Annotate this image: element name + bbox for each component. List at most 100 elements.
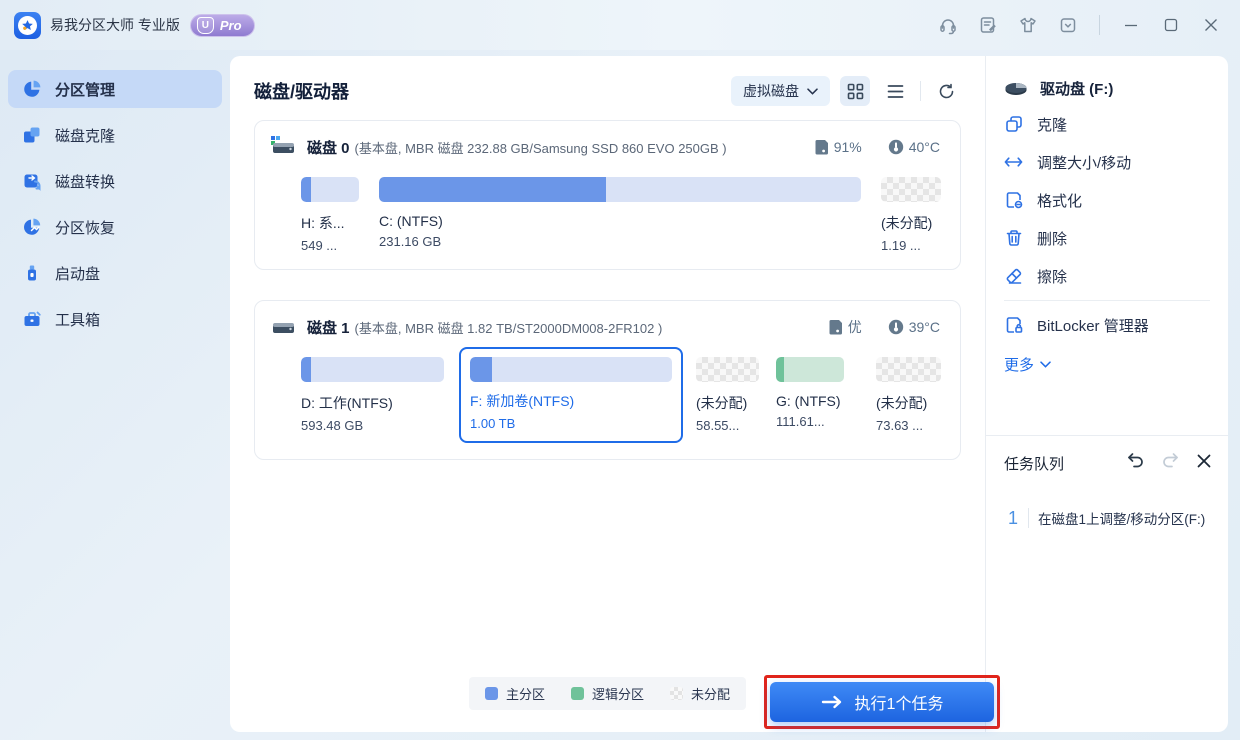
close-queue-icon[interactable] xyxy=(1196,453,1212,474)
sidebar-item-boot-disk[interactable]: 启动盘 xyxy=(8,254,222,292)
more-link[interactable]: 更多 xyxy=(986,344,1228,385)
partition-bar xyxy=(379,177,861,202)
maximize-button[interactable] xyxy=(1158,12,1184,38)
partition-g[interactable]: G: (NTFS) 111.61... xyxy=(776,357,844,429)
support-headset-icon[interactable] xyxy=(935,12,961,38)
sidebar-item-partition-recovery[interactable]: 分区恢复 xyxy=(8,208,222,246)
right-panel: 驱动盘 (F:) 克隆 调整大小/移动 格式化 删除 擦除 BitLocker … xyxy=(986,56,1228,732)
bitlocker-lock-icon xyxy=(1004,316,1023,335)
partition-bar xyxy=(776,357,844,382)
format-icon xyxy=(1004,191,1023,210)
eraser-icon xyxy=(1004,267,1023,286)
close-button[interactable] xyxy=(1198,12,1224,38)
theme-shirt-icon[interactable] xyxy=(1015,12,1041,38)
redo-icon[interactable] xyxy=(1161,452,1180,474)
partition-bar xyxy=(696,357,759,382)
hard-drive-icon xyxy=(271,316,295,340)
selected-drive-header: 驱动盘 (F:) xyxy=(986,56,1228,105)
hard-drive-icon xyxy=(271,136,295,160)
titlebar-divider xyxy=(1099,15,1100,35)
partition-c[interactable]: C: (NTFS) 231.16 GB xyxy=(379,177,861,249)
thermometer-icon xyxy=(888,139,903,155)
main-panel: 磁盘/驱动器 虚拟磁盘 磁盘 0 (基本盘, MBR 磁盘 232.88 GB/… xyxy=(230,56,985,732)
chevron-down-icon xyxy=(807,87,818,95)
content-surface: 磁盘/驱动器 虚拟磁盘 磁盘 0 (基本盘, MBR 磁盘 232.88 GB/… xyxy=(230,56,1228,732)
virtual-disk-dropdown[interactable]: 虚拟磁盘 xyxy=(731,76,830,106)
logical-swatch xyxy=(570,687,584,700)
menu-dropdown-icon[interactable] xyxy=(1055,12,1081,38)
partition-h[interactable]: H: 系... 549 ... xyxy=(301,177,359,253)
feedback-note-icon[interactable] xyxy=(975,12,1001,38)
trash-icon xyxy=(1004,229,1023,248)
disk-usage-badge: 优 xyxy=(829,317,862,337)
clone-icon xyxy=(1004,115,1023,134)
action-format[interactable]: 格式化 xyxy=(986,181,1228,219)
disk-name: 磁盘 0 xyxy=(307,139,350,157)
sidebar-item-label: 分区恢复 xyxy=(55,219,116,237)
action-resize-move[interactable]: 调整大小/移动 xyxy=(986,143,1228,181)
legend-primary: 主分区 xyxy=(484,684,545,703)
app-logo-icon xyxy=(14,11,41,39)
drive-icon xyxy=(1005,82,1027,95)
task-number: 1 xyxy=(1008,508,1030,528)
resize-arrows-icon xyxy=(1004,153,1023,172)
pro-badge: U Pro xyxy=(189,13,255,37)
pro-u-icon: U xyxy=(196,16,214,34)
disk-details: (基本盘, MBR 磁盘 232.88 GB/Samsung SSD 860 E… xyxy=(354,140,727,156)
action-delete[interactable]: 删除 xyxy=(986,219,1228,257)
sidebar: 分区管理 磁盘克隆 磁盘转换 分区恢复 启动盘 工具箱 xyxy=(0,56,230,740)
disk-1-card: 磁盘 1 (基本盘, MBR 磁盘 1.82 TB/ST2000DM008-2F… xyxy=(254,300,961,460)
partition-f-selected[interactable]: F: 新加卷(NTFS) 1.00 TB xyxy=(459,347,683,443)
actions-divider xyxy=(1004,300,1210,301)
chevron-down-icon xyxy=(1040,361,1051,368)
list-view-button[interactable] xyxy=(880,76,910,106)
sidebar-item-label: 工具箱 xyxy=(55,311,101,329)
disk-temp-badge: 40°C xyxy=(888,139,940,155)
arrow-right-icon xyxy=(821,695,841,709)
page-title: 磁盘/驱动器 xyxy=(254,82,350,102)
disk-clone-icon xyxy=(22,125,42,145)
disk-health-icon xyxy=(829,320,842,335)
disk-temp-badge: 39°C xyxy=(888,319,940,335)
partition-legend: 主分区 逻辑分区 未分配 xyxy=(468,677,747,710)
app-title: 易我分区大师 专业版 xyxy=(50,17,180,33)
action-wipe[interactable]: 擦除 xyxy=(986,257,1228,295)
task-description: 在磁盘1上调整/移动分区(F:) xyxy=(1038,512,1206,527)
partition-bar xyxy=(881,177,941,202)
sidebar-item-disk-clone[interactable]: 磁盘克隆 xyxy=(8,116,222,154)
disk-name: 磁盘 1 xyxy=(307,319,350,337)
unallocated-swatch xyxy=(670,687,683,700)
refresh-button[interactable] xyxy=(931,76,961,106)
legend-unallocated: 未分配 xyxy=(670,684,730,703)
primary-swatch xyxy=(484,687,498,700)
execute-tasks-button[interactable]: 执行1个任务 xyxy=(770,682,994,722)
partition-bar xyxy=(301,357,444,382)
sidebar-item-label: 磁盘转换 xyxy=(55,173,116,191)
action-clone[interactable]: 克隆 xyxy=(986,105,1228,143)
usb-drive-icon xyxy=(22,263,42,283)
action-bitlocker[interactable]: BitLocker 管理器 xyxy=(986,306,1228,344)
partition-d[interactable]: D: 工作(NTFS) 593.48 GB xyxy=(301,357,444,433)
sidebar-item-label: 分区管理 xyxy=(55,81,116,99)
partition-recovery-icon xyxy=(22,217,42,237)
disk-health-icon xyxy=(815,140,828,155)
disk-details: (基本盘, MBR 磁盘 1.82 TB/ST2000DM008-2FR102 … xyxy=(354,320,663,336)
partition-unallocated[interactable]: (未分配) 1.19 ... xyxy=(881,177,941,253)
undo-icon[interactable] xyxy=(1126,452,1145,474)
partition-unallocated[interactable]: (未分配) 58.55... xyxy=(696,357,759,433)
sidebar-item-label: 磁盘克隆 xyxy=(55,127,116,145)
partition-unallocated[interactable]: (未分配) 73.63 ... xyxy=(876,357,941,433)
sidebar-item-partition-management[interactable]: 分区管理 xyxy=(8,70,222,108)
sidebar-item-toolbox[interactable]: 工具箱 xyxy=(8,300,222,338)
sidebar-item-disk-convert[interactable]: 磁盘转换 xyxy=(8,162,222,200)
sidebar-item-label: 启动盘 xyxy=(55,265,101,283)
grid-view-button[interactable] xyxy=(840,76,870,106)
thermometer-icon xyxy=(888,319,903,335)
app-window: 易我分区大师 专业版 U Pro 分区管理 磁盘克隆 磁盘转换 分区恢复 启动盘… xyxy=(0,0,1240,740)
partition-bar xyxy=(876,357,941,382)
minimize-button[interactable] xyxy=(1118,12,1144,38)
header-separator xyxy=(920,81,921,101)
task-queue-item[interactable]: 1 在磁盘1上调整/移动分区(F:) xyxy=(1008,508,1214,528)
pie-chart-icon xyxy=(22,79,42,99)
task-queue-title: 任务队列 xyxy=(1004,455,1065,473)
